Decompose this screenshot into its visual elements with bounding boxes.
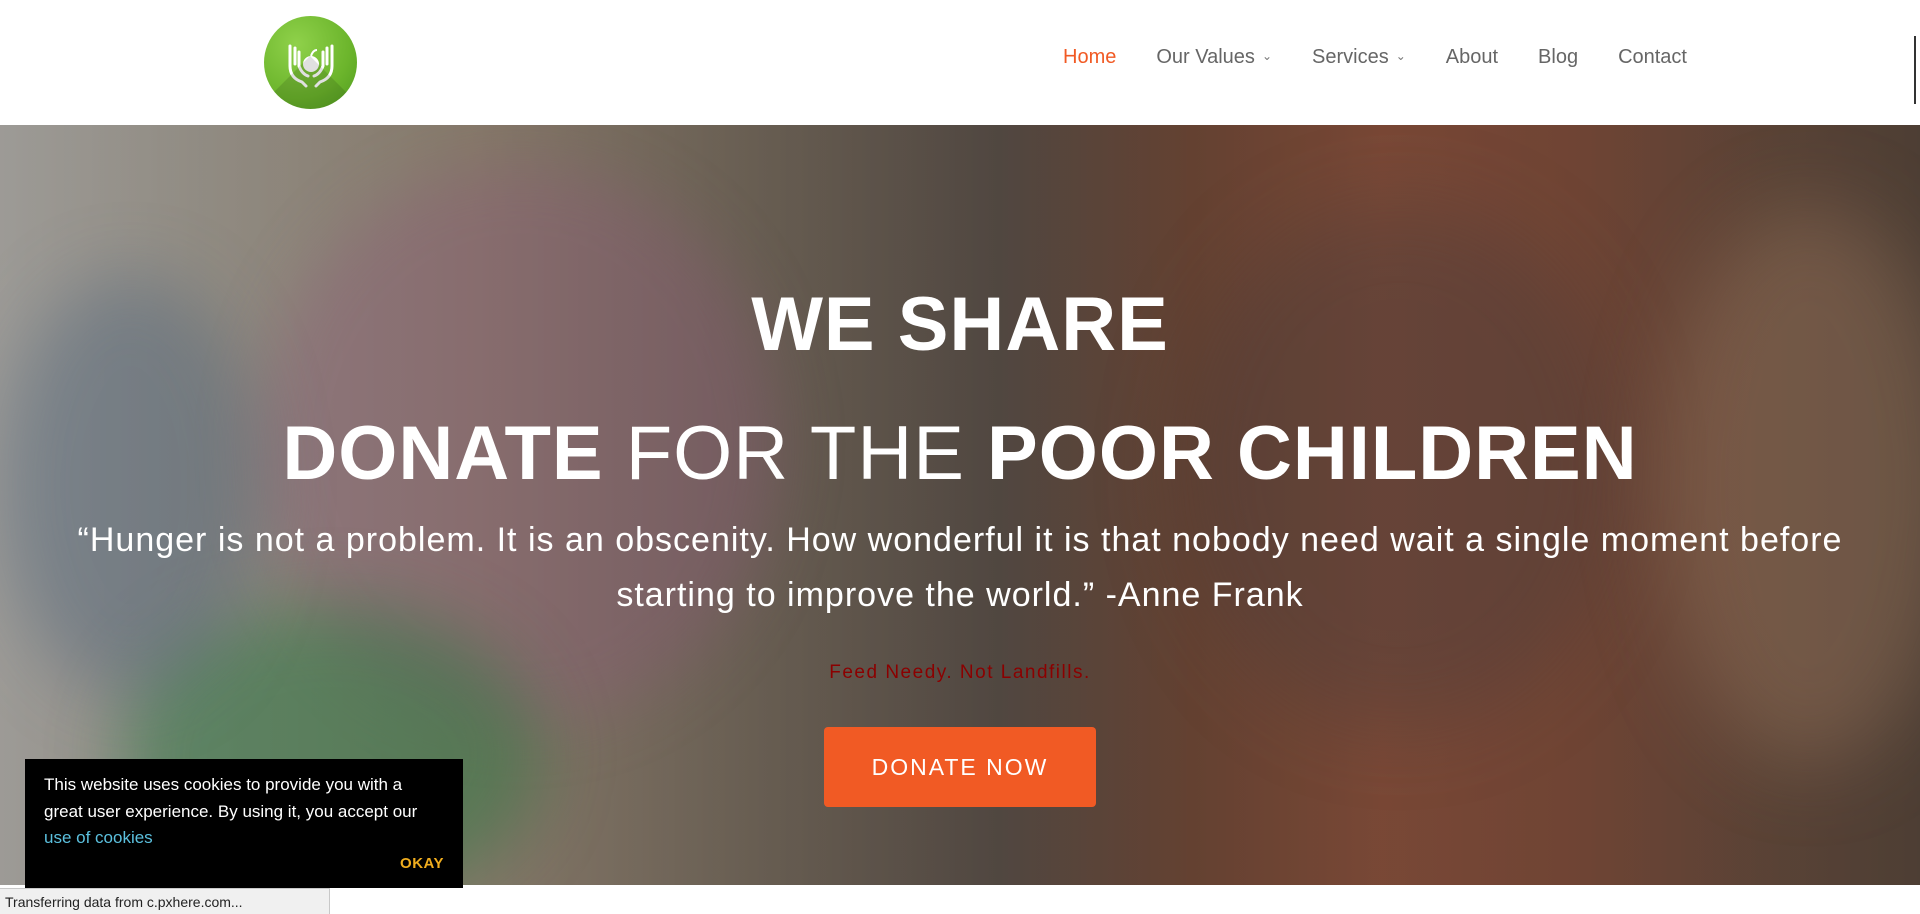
browser-status-bar: Transferring data from c.pxhere.com...: [0, 888, 330, 914]
hero-subtitle-for-the: FOR THE: [603, 411, 988, 496]
hero-tagline: Feed Needy. Not Landfills.: [829, 662, 1091, 683]
nav-our-values[interactable]: Our Values ⌄: [1156, 46, 1272, 69]
nav-contact-label: Contact: [1618, 46, 1687, 68]
chevron-down-icon: ⌄: [1395, 48, 1406, 63]
chevron-down-icon: ⌄: [1261, 48, 1272, 63]
nav-our-values-label: Our Values: [1156, 46, 1255, 68]
donate-now-button[interactable]: DONATE NOW: [824, 727, 1096, 807]
hero-quote: “Hunger is not a problem. It is an obsce…: [30, 513, 1890, 623]
hero-subtitle-poor-children: POOR CHILDREN: [987, 411, 1638, 496]
nav-services-label: Services: [1312, 46, 1389, 68]
cookie-message-text: This website uses cookies to provide you…: [44, 775, 418, 821]
nav-blog-label: Blog: [1538, 46, 1579, 68]
hero-quote-line2: starting to improve the world.” -Anne Fr…: [616, 576, 1304, 614]
cookie-message: This website uses cookies to provide you…: [44, 772, 444, 852]
hero-quote-line1: “Hunger is not a problem. It is an obsce…: [77, 521, 1843, 559]
hero-subtitle: DONATE FOR THE POOR CHILDREN: [0, 410, 1920, 497]
cookie-policy-link[interactable]: use of cookies: [44, 828, 153, 847]
scrollbar-edge[interactable]: [1914, 36, 1916, 104]
cookie-okay-button[interactable]: OKAY: [400, 855, 444, 872]
nav-home-label: Home: [1063, 46, 1117, 68]
nav-home[interactable]: Home: [1063, 46, 1116, 69]
nav-about[interactable]: About: [1446, 46, 1498, 69]
site-header: Home Our Values ⌄ Services ⌄ About Blog …: [0, 0, 1920, 125]
hero-title: WE SHARE: [751, 282, 1169, 367]
hands-holding-apple-icon: [288, 44, 334, 88]
site-logo[interactable]: [264, 16, 357, 109]
cookie-banner: This website uses cookies to provide you…: [25, 759, 463, 888]
nav-services[interactable]: Services ⌄: [1312, 46, 1406, 69]
nav-blog[interactable]: Blog: [1538, 46, 1578, 69]
nav-about-label: About: [1445, 46, 1499, 68]
nav-contact[interactable]: Contact: [1618, 46, 1687, 69]
hero-subtitle-donate: DONATE: [282, 411, 604, 496]
main-nav: Home Our Values ⌄ Services ⌄ About Blog …: [1063, 46, 1687, 69]
